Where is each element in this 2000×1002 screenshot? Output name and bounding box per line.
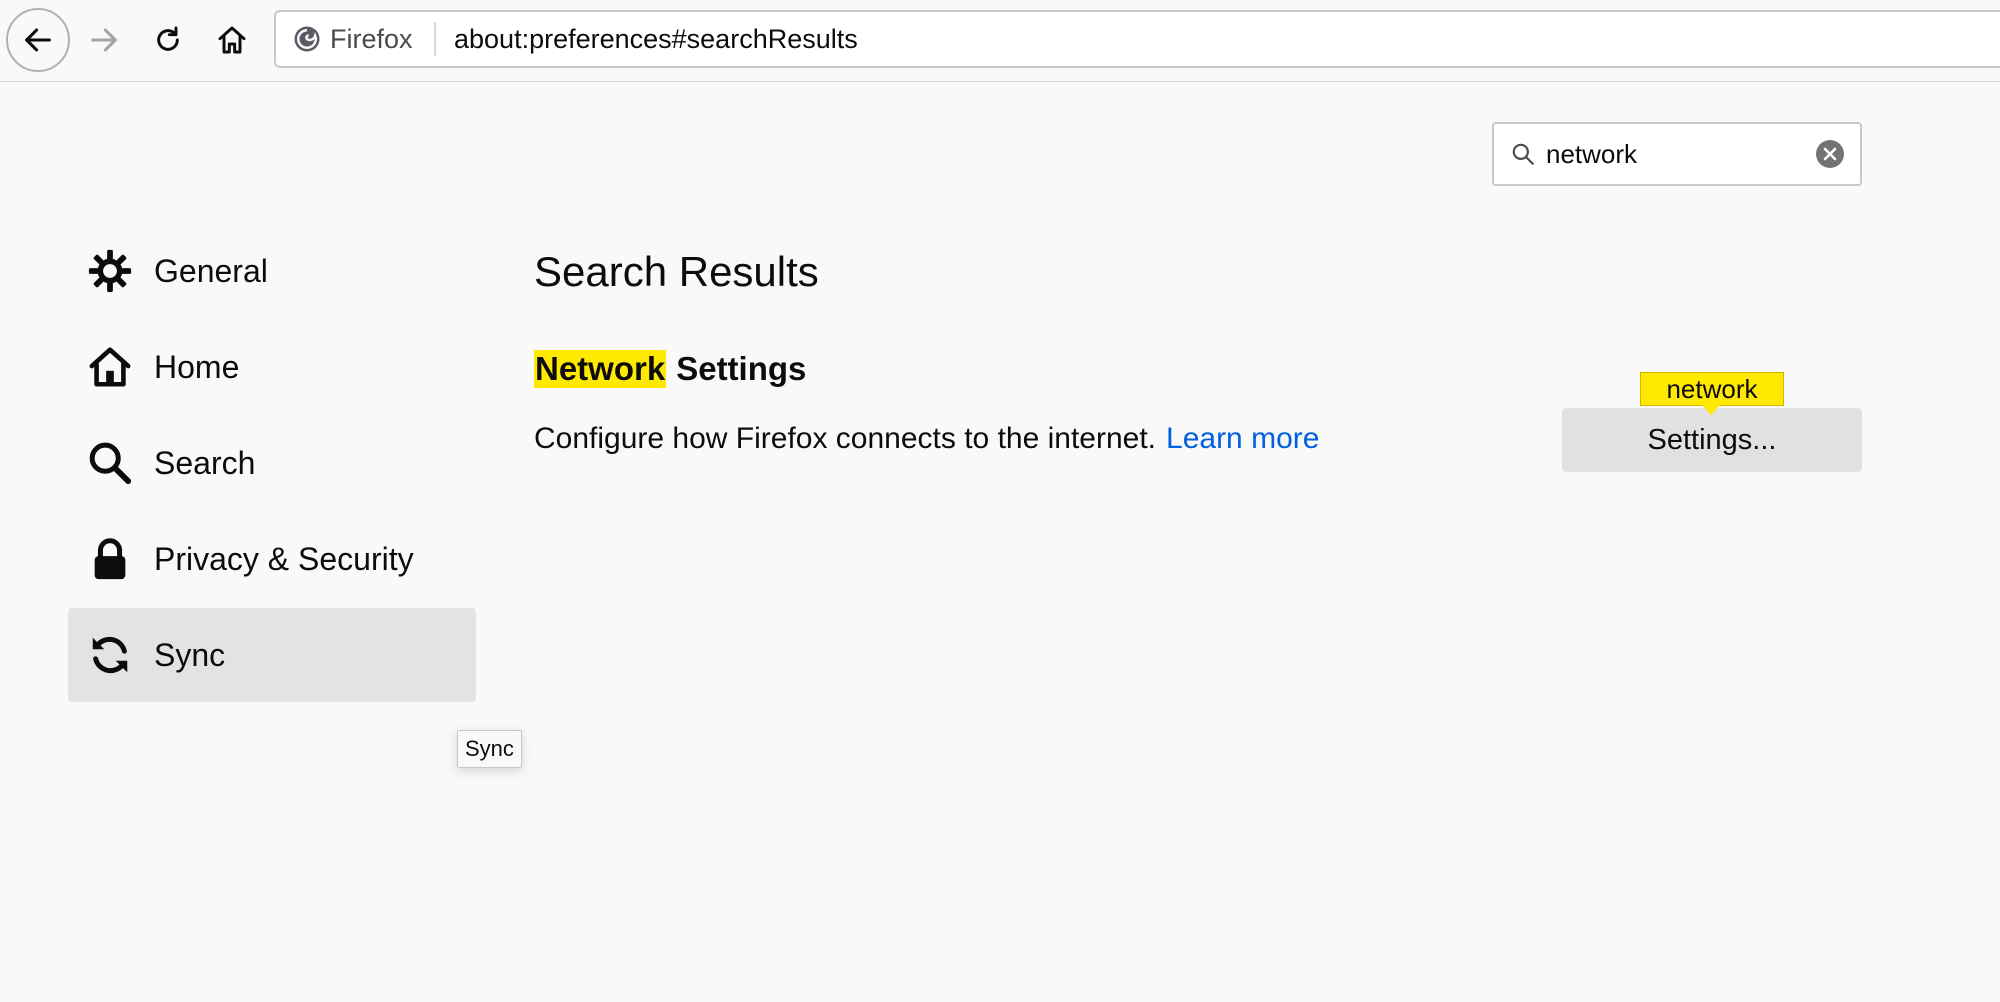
search-input[interactable]	[1546, 128, 1796, 180]
close-icon	[1823, 147, 1837, 161]
sidebar-item-label: Privacy & Security	[154, 540, 414, 577]
url-bar[interactable]: Firefox about:preferences#searchResults	[274, 10, 2000, 68]
identity-label: Firefox	[330, 23, 413, 54]
sync-tooltip: Sync	[457, 730, 522, 768]
page-title: Search Results	[534, 248, 819, 295]
sidebar-item-home[interactable]: Home	[68, 320, 476, 414]
back-arrow-icon	[25, 28, 51, 52]
section-title-rest: Settings	[676, 350, 807, 387]
sidebar-item-search[interactable]: Search	[68, 416, 476, 510]
lock-icon	[86, 535, 134, 583]
home-icon	[218, 26, 246, 54]
forward-button[interactable]	[72, 8, 136, 72]
url-text[interactable]: about:preferences#searchResults	[454, 12, 858, 66]
identity-box[interactable]: Firefox	[292, 12, 413, 66]
badge-arrow	[1702, 405, 1720, 415]
sidebar-item-sync[interactable]: Sync	[68, 608, 476, 702]
learn-more-link[interactable]: Learn more	[1166, 422, 1319, 455]
reload-icon	[157, 26, 179, 51]
search-match-badge: network	[1640, 372, 1784, 406]
sidebar-item-label: Sync	[154, 636, 226, 673]
forward-arrow-icon	[91, 28, 117, 52]
magnifier-icon	[86, 439, 134, 487]
search-highlight: Network	[534, 350, 667, 388]
home-icon	[86, 343, 134, 391]
reload-button[interactable]	[136, 8, 200, 72]
sidebar-item-privacy[interactable]: Privacy & Security	[68, 512, 476, 606]
sidebar-item-label: Search	[154, 444, 256, 481]
firefox-logo-icon	[294, 26, 320, 52]
browser-toolbar: Firefox about:preferences#searchResults	[0, 0, 2000, 82]
sidebar-item-general[interactable]: General	[68, 224, 476, 318]
url-separator	[434, 22, 436, 56]
description-text: Configure how Firefox connects to the in…	[534, 422, 1157, 455]
section-description: Configure how Firefox connects to the in…	[534, 422, 1319, 456]
sidebar-item-label: Home	[154, 348, 240, 385]
section-title: Network Settings	[534, 350, 806, 388]
gear-icon	[86, 247, 134, 295]
network-settings-button[interactable]: Settings...	[1562, 408, 1862, 472]
back-button[interactable]	[6, 8, 70, 72]
sidebar-item-label: General	[154, 252, 268, 289]
clear-search-button[interactable]	[1816, 140, 1844, 168]
sync-icon	[86, 631, 134, 679]
search-icon	[1512, 143, 1534, 165]
preferences-search-box[interactable]	[1492, 122, 1862, 186]
home-button[interactable]	[200, 8, 264, 72]
